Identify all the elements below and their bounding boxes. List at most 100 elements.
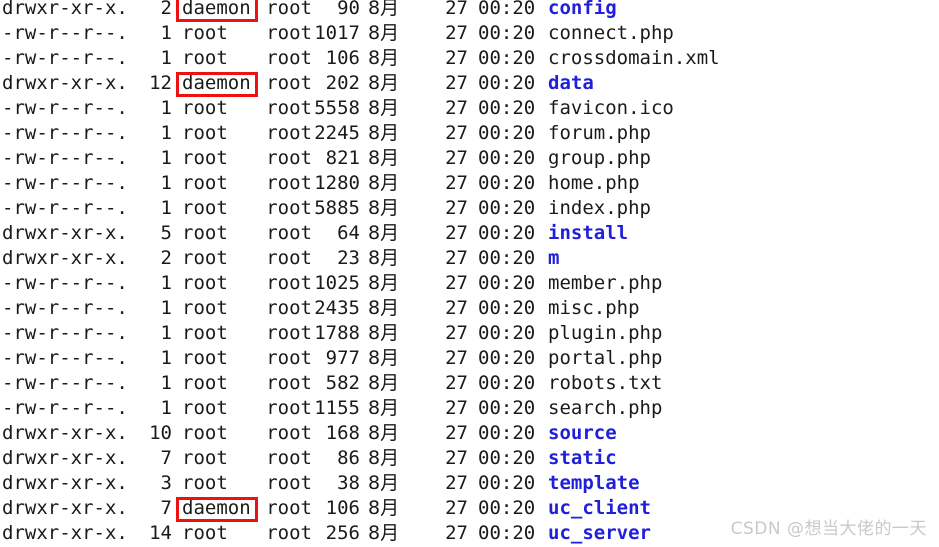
file-size: 86: [337, 447, 360, 469]
file-day: 27: [445, 472, 468, 494]
file-time: 00:20: [478, 22, 536, 44]
listing-row: drwxr-xr-x. 3 root root 38 8月 27 00:20 template: [0, 471, 939, 496]
link-count: 5: [160, 222, 172, 244]
file-group: root: [266, 422, 312, 444]
file-day: 27: [445, 72, 468, 94]
file-name: portal.php: [548, 347, 663, 369]
file-group: root: [266, 172, 312, 194]
file-day: 27: [445, 172, 468, 194]
file-owner: root: [182, 247, 228, 269]
file-size: 106: [325, 497, 360, 519]
file-permissions: -rw-r--r--.: [2, 372, 128, 394]
file-day: 27: [445, 497, 468, 519]
file-owner: root: [182, 272, 228, 294]
directory-name: config: [548, 0, 617, 19]
file-owner: root: [182, 97, 228, 119]
file-day: 27: [445, 122, 468, 144]
file-day: 27: [445, 197, 468, 219]
link-count: 12: [149, 72, 172, 94]
file-permissions: -rw-r--r--.: [2, 122, 128, 144]
file-permissions: drwxr-xr-x.: [2, 0, 128, 19]
directory-name: install: [548, 222, 629, 244]
file-time: 00:20: [478, 97, 536, 119]
file-size: 1280: [314, 172, 360, 194]
file-permissions: drwxr-xr-x.: [2, 472, 128, 494]
file-permissions: -rw-r--r--.: [2, 322, 128, 344]
file-permissions: -rw-r--r--.: [2, 172, 128, 194]
file-owner: root: [182, 422, 228, 444]
link-count: 1: [160, 372, 172, 394]
listing-row: -rw-r--r--. 1 root root 5885 8月 27 00:20 index.p…: [0, 196, 939, 221]
file-permissions: -rw-r--r--.: [2, 347, 128, 369]
file-month: 8月: [368, 472, 400, 494]
file-permissions: -rw-r--r--.: [2, 297, 128, 319]
file-name: search.php: [548, 397, 663, 419]
file-time: 00:20: [478, 347, 536, 369]
file-time: 00:20: [478, 522, 536, 544]
file-permissions: drwxr-xr-x.: [2, 422, 128, 444]
directory-name: source: [548, 422, 617, 444]
file-month: 8月: [368, 297, 400, 319]
file-group: root: [266, 522, 312, 544]
file-month: 8月: [368, 97, 400, 119]
file-month: 8月: [368, 147, 400, 169]
file-permissions: -rw-r--r--.: [2, 97, 128, 119]
file-owner: root: [182, 397, 228, 419]
file-name: misc.php: [548, 297, 640, 319]
listing-row: -rw-r--r--. 1 root root 1788 8月 27 00:20 plugin.…: [0, 321, 939, 346]
file-group: root: [266, 322, 312, 344]
file-size: 1017: [314, 22, 360, 44]
link-count: 2: [160, 0, 172, 19]
listing-row: -rw-r--r--. 1 root root 1025 8月 27 00:20 member.…: [0, 271, 939, 296]
listing-row: -rw-r--r--. 1 root root 582 8月 27 00:20 robots.t…: [0, 371, 939, 396]
file-time: 00:20: [478, 122, 536, 144]
file-day: 27: [445, 47, 468, 69]
file-size: 1025: [314, 272, 360, 294]
file-name: plugin.php: [548, 322, 663, 344]
file-owner: root: [182, 447, 228, 469]
listing-row: -rw-r--r--. 1 root root 1280 8月 27 00:20 home.ph…: [0, 171, 939, 196]
file-month: 8月: [368, 247, 400, 269]
file-time: 00:20: [478, 147, 536, 169]
file-permissions: drwxr-xr-x.: [2, 72, 128, 94]
file-owner: root: [182, 472, 228, 494]
file-month: 8月: [368, 222, 400, 244]
listing-row: drwxr-xr-x. 12 daemon root 202 8月 27 00:20 data: [0, 71, 939, 96]
link-count: 1: [160, 397, 172, 419]
listing-row: -rw-r--r--. 1 root root 1155 8月 27 00:20 search.…: [0, 396, 939, 421]
file-month: 8月: [368, 122, 400, 144]
file-month: 8月: [368, 22, 400, 44]
file-time: 00:20: [478, 397, 536, 419]
file-month: 8月: [368, 47, 400, 69]
file-time: 00:20: [478, 72, 536, 94]
file-name: crossdomain.xml: [548, 47, 720, 69]
file-day: 27: [445, 272, 468, 294]
file-group: root: [266, 497, 312, 519]
file-size: 38: [337, 472, 360, 494]
file-size: 106: [325, 47, 360, 69]
link-count: 1: [160, 22, 172, 44]
file-time: 00:20: [478, 372, 536, 394]
file-size: 256: [325, 522, 360, 544]
file-time: 00:20: [478, 322, 536, 344]
file-size: 5885: [314, 197, 360, 219]
file-group: root: [266, 272, 312, 294]
file-owner: root: [182, 172, 228, 194]
file-group: root: [266, 397, 312, 419]
file-time: 00:20: [478, 447, 536, 469]
watermark: CSDN @想当大佬的一天: [730, 519, 927, 539]
file-group: root: [266, 372, 312, 394]
file-name: connect.php: [548, 22, 674, 44]
file-size: 582: [325, 372, 360, 394]
file-month: 8月: [368, 372, 400, 394]
link-count: 14: [149, 522, 172, 544]
link-count: 1: [160, 297, 172, 319]
link-count: 1: [160, 197, 172, 219]
file-name: favicon.ico: [548, 97, 674, 119]
file-group: root: [266, 122, 312, 144]
listing-row: -rw-r--r--. 1 root root 2435 8月 27 00:20 misc.ph…: [0, 296, 939, 321]
file-name: index.php: [548, 197, 651, 219]
file-size: 1155: [314, 397, 360, 419]
file-month: 8月: [368, 172, 400, 194]
file-owner: root: [182, 322, 228, 344]
